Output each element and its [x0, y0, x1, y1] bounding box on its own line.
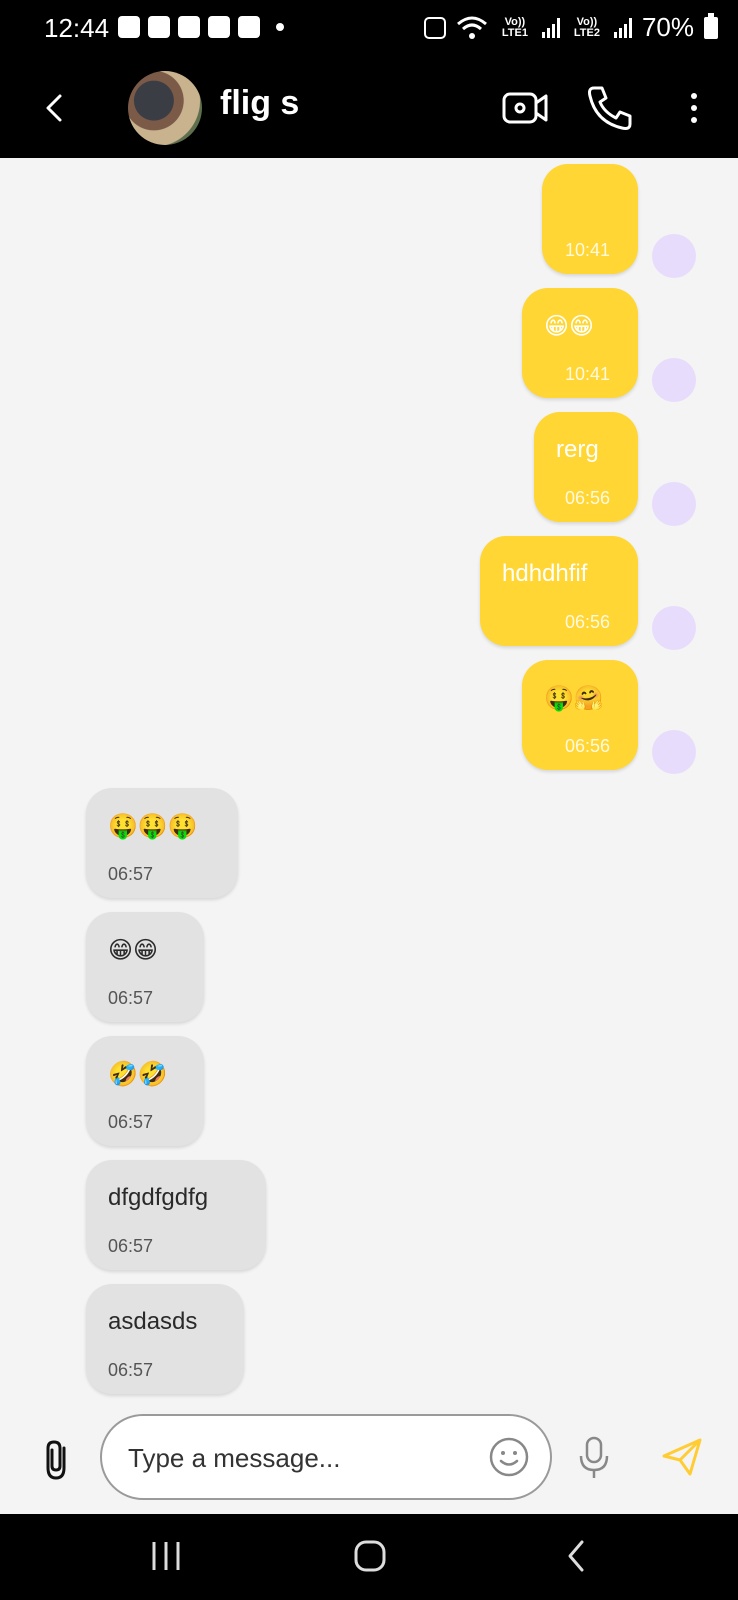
signal-1-icon	[541, 17, 560, 38]
message-time: 06:57	[108, 988, 154, 1008]
message-text: 😁😁	[544, 313, 595, 340]
outgoing-message[interactable]: 😁😁 10:41	[522, 288, 638, 398]
back-arrow-icon[interactable]	[36, 88, 76, 128]
outgoing-message[interactable]: rerg 06:56	[534, 412, 638, 522]
message-text: rerg	[556, 436, 599, 463]
outgoing-message[interactable]: 10:41	[542, 164, 638, 274]
system-nav-bar	[0, 1514, 738, 1600]
message-input[interactable]	[128, 1438, 468, 1478]
incoming-message[interactable]: asdasds 06:57	[86, 1284, 244, 1394]
recent-apps-icon[interactable]	[136, 1534, 196, 1578]
teams-notification-icon	[148, 16, 170, 38]
read-receipt-avatar	[652, 482, 696, 526]
message-text: asdasds	[108, 1308, 198, 1335]
read-receipt-avatar	[652, 606, 696, 650]
incoming-message[interactable]: 🤣🤣 06:57	[86, 1036, 204, 1146]
nav-back-icon[interactable]	[546, 1534, 606, 1578]
incoming-message[interactable]: 🤑🤑🤑 06:57	[86, 788, 238, 898]
lte1-label: Vo)) LTE1	[501, 15, 528, 39]
status-time: 12:44	[44, 13, 110, 43]
more-notifications-dot-icon	[276, 23, 284, 31]
read-receipt-avatar	[652, 358, 696, 402]
message-text: 🤣🤣	[108, 1061, 168, 1088]
message-time: 06:57	[108, 1112, 154, 1132]
status-indicators: Vo)) LTE1 Vo)) LTE2 70%	[423, 12, 718, 43]
contact-avatar[interactable]	[128, 71, 202, 145]
lte2-label: Vo)) LTE2	[573, 15, 600, 39]
outgoing-message[interactable]: hdhdhfif 06:56	[480, 536, 638, 646]
signal-2-icon	[613, 17, 632, 38]
home-icon[interactable]	[340, 1534, 400, 1578]
outgoing-message[interactable]: 🤑🤗 06:56	[522, 660, 638, 770]
message-time: 06:57	[108, 864, 154, 884]
message-text: 😁😁	[108, 937, 159, 964]
message-list[interactable]: 10:41 😁😁 10:41 rerg 06:56 hdhdhfif 06:56…	[0, 158, 738, 1410]
message-text: hdhdhfif	[502, 560, 588, 587]
message-input-container[interactable]	[100, 1414, 552, 1500]
chat-header: flig s	[0, 58, 738, 158]
message-time: 06:56	[564, 736, 610, 756]
news-notification-icon	[238, 16, 260, 38]
youtube-notification-icon	[208, 16, 230, 38]
phone-call-icon[interactable]	[584, 82, 636, 134]
contact-name[interactable]: flig s	[220, 84, 299, 123]
battery-percent: 70%	[641, 12, 694, 42]
wifi-icon	[456, 16, 487, 39]
emoji-icon[interactable]	[488, 1436, 530, 1478]
notification-icons	[118, 16, 284, 38]
send-icon[interactable]	[660, 1434, 704, 1478]
status-bar: 12:44 Vo)) LTE1 Vo)) LTE2 70%	[0, 0, 738, 58]
read-receipt-avatar	[652, 730, 696, 774]
incoming-message[interactable]: 😁😁 06:57	[86, 912, 204, 1022]
message-time: 10:41	[564, 240, 610, 260]
video-call-icon[interactable]	[500, 82, 552, 134]
read-receipt-avatar	[652, 234, 696, 278]
telegram-notification-icon	[178, 16, 200, 38]
more-vert-icon[interactable]	[668, 82, 720, 134]
message-time: 06:57	[108, 1236, 154, 1256]
message-time: 06:57	[108, 1360, 154, 1380]
incoming-message[interactable]: dfgdfgdfg 06:57	[86, 1160, 266, 1270]
chat-notification-icon	[118, 16, 140, 38]
message-time: 10:41	[564, 364, 610, 384]
message-text: 🤑🤑🤑	[108, 813, 198, 840]
message-composer	[0, 1410, 738, 1514]
recycle-icon	[423, 16, 446, 39]
message-text: dfgdfgdfg	[108, 1184, 209, 1211]
microphone-icon[interactable]	[576, 1434, 612, 1482]
paperclip-icon[interactable]	[38, 1436, 78, 1484]
message-text: 🤑🤗	[544, 685, 604, 712]
message-time: 06:56	[564, 612, 610, 632]
battery-icon	[704, 12, 718, 39]
message-time: 06:56	[564, 488, 610, 508]
